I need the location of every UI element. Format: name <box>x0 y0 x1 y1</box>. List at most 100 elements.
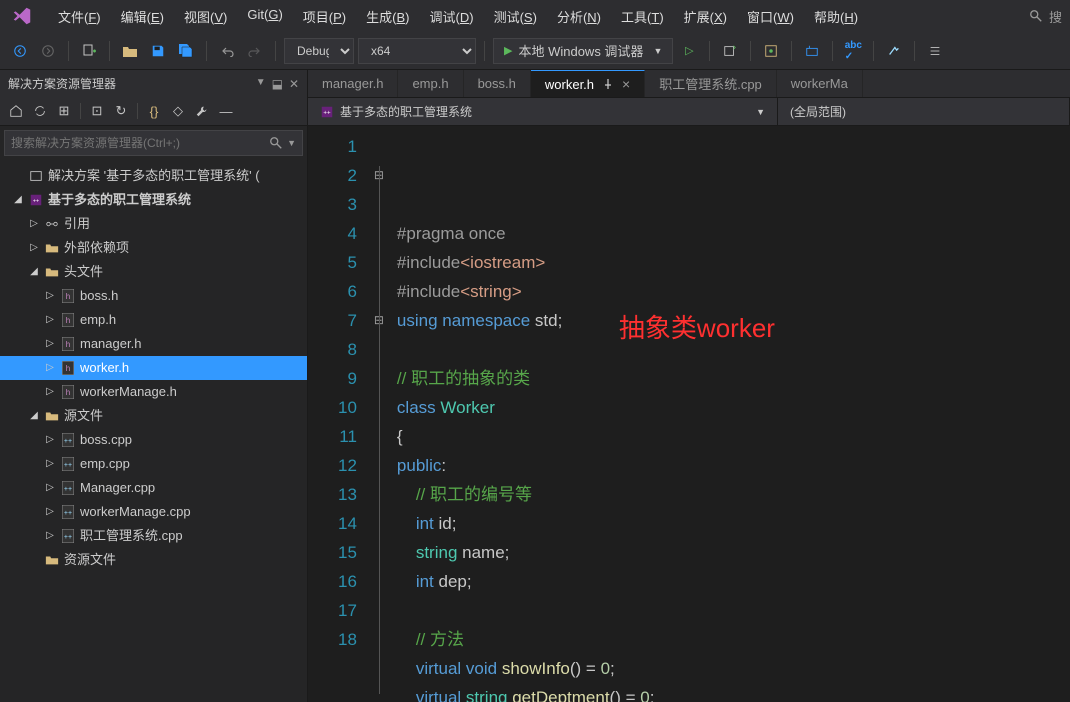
refresh-icon[interactable]: ↻ <box>111 101 131 121</box>
tree-icon[interactable]: ⊞ <box>54 101 74 121</box>
resources-node[interactable]: 资源文件 <box>0 548 307 572</box>
open-icon[interactable] <box>118 39 142 63</box>
vs-logo-icon <box>8 2 36 30</box>
file-icon: ++ <box>60 480 76 496</box>
tab-workerMa[interactable]: workerMa <box>777 70 863 97</box>
tool-icon-2[interactable] <box>759 39 783 63</box>
tool-icon-1[interactable] <box>718 39 742 63</box>
menu-h[interactable]: 帮助(H) <box>804 3 868 30</box>
menu-p[interactable]: 项目(P) <box>293 3 356 30</box>
pin-icon[interactable] <box>602 78 614 90</box>
file-emp-cpp[interactable]: ▷++emp.cpp <box>0 452 307 476</box>
pin-icon[interactable]: ⬓ <box>272 77 283 91</box>
file-icon: ++ <box>60 504 76 520</box>
panel-search[interactable]: ▼ <box>4 130 303 156</box>
file-icon: h <box>60 336 76 352</box>
file-icon: ++ <box>60 432 76 448</box>
wrench-icon[interactable] <box>192 101 212 121</box>
play2-icon[interactable]: ▷ <box>677 39 701 63</box>
sync-icon[interactable] <box>30 101 50 121</box>
tool-icon-4[interactable]: abc✓ <box>841 39 865 63</box>
dropdown-icon[interactable]: ▼ <box>256 77 266 91</box>
file-Manager-cpp[interactable]: ▷++Manager.cpp <box>0 476 307 500</box>
nav-scope[interactable]: (全局范围) <box>778 98 1070 125</box>
menu-t[interactable]: 工具(T) <box>611 3 674 30</box>
file-icon <box>44 240 60 256</box>
nav-back-icon[interactable] <box>8 39 32 63</box>
menu-search[interactable]: 搜 <box>1029 7 1062 26</box>
tab-label: manager.h <box>322 76 383 91</box>
misc-icon[interactable]: — <box>216 101 236 121</box>
tool-icon-3[interactable] <box>800 39 824 63</box>
file-boss-cpp[interactable]: ▷++boss.cpp <box>0 428 307 452</box>
sources-node[interactable]: ◢源文件 <box>0 404 307 428</box>
platform-select[interactable]: x64 <box>358 38 476 64</box>
config-select[interactable]: Debug <box>284 38 354 64</box>
menu-w[interactable]: 窗口(W) <box>737 3 804 30</box>
menu-g[interactable]: Git(G) <box>237 3 292 30</box>
svg-text:h: h <box>66 340 70 349</box>
tab-worker-h[interactable]: worker.h× <box>531 70 645 97</box>
file-icon: h <box>60 312 76 328</box>
fold-gutter[interactable]: ⊟⊟ <box>369 126 389 702</box>
tree-label: 外部依赖项 <box>64 238 129 258</box>
new-file-icon[interactable] <box>77 39 101 63</box>
tab-emp-h[interactable]: emp.h <box>398 70 463 97</box>
menu-f[interactable]: 文件(F) <box>48 3 111 30</box>
solution-explorer: 解决方案资源管理器 ▼ ⬓ ✕ ⊞ ⊡ ↻ {} ◇ — ▼ 解决方案 '基于多… <box>0 70 308 702</box>
ext-node[interactable]: ▷外部依赖项 <box>0 236 307 260</box>
view-icon[interactable]: ◇ <box>168 101 188 121</box>
menu-n[interactable]: 分析(N) <box>547 3 611 30</box>
svg-text:++: ++ <box>323 109 331 116</box>
menu-b[interactable]: 生成(B) <box>356 3 419 30</box>
undo-icon[interactable] <box>215 39 239 63</box>
tree-label: Manager.cpp <box>80 478 155 498</box>
menu-x[interactable]: 扩展(X) <box>674 3 737 30</box>
file-icon: ++ <box>60 456 76 472</box>
tab-manager-h[interactable]: manager.h <box>308 70 398 97</box>
menu-e[interactable]: 编辑(E) <box>111 3 174 30</box>
file-worker-h[interactable]: ▷hworker.h <box>0 356 307 380</box>
file-icon: h <box>60 360 76 376</box>
close-icon[interactable]: × <box>622 76 630 92</box>
line-numbers: 123456789101112131415161718 <box>308 126 369 702</box>
refs-node[interactable]: ▷引用 <box>0 212 307 236</box>
menu-d[interactable]: 调试(D) <box>420 3 484 30</box>
file-workerManage-h[interactable]: ▷hworkerManage.h <box>0 380 307 404</box>
nav-bar: ++ 基于多态的职工管理系统 ▼ (全局范围) <box>308 98 1070 126</box>
search-text: 搜 <box>1049 7 1062 26</box>
save-all-icon[interactable] <box>174 39 198 63</box>
meter-icon[interactable]: ⊡ <box>87 101 107 121</box>
svg-text:h: h <box>66 364 70 373</box>
file-manager-h[interactable]: ▷hmanager.h <box>0 332 307 356</box>
file-职工管理系统-cpp[interactable]: ▷++职工管理系统.cpp <box>0 524 307 548</box>
tool-icon-6[interactable] <box>923 39 947 63</box>
file-boss-h[interactable]: ▷hboss.h <box>0 284 307 308</box>
menu-v[interactable]: 视图(V) <box>174 3 237 30</box>
file-workerManage-cpp[interactable]: ▷++workerManage.cpp <box>0 500 307 524</box>
tab-boss-h[interactable]: boss.h <box>464 70 531 97</box>
solution-tree: 解决方案 '基于多态的职工管理系统' (◢++基于多态的职工管理系统▷引用▷外部… <box>0 160 307 702</box>
run-button[interactable]: ▶ 本地 Windows 调试器 ▼ <box>493 38 673 64</box>
tree-label: 职工管理系统.cpp <box>80 526 183 546</box>
headers-node[interactable]: ◢头文件 <box>0 260 307 284</box>
file-emp-h[interactable]: ▷hemp.h <box>0 308 307 332</box>
close-icon[interactable]: ✕ <box>289 77 299 91</box>
brace-icon[interactable]: {} <box>144 101 164 121</box>
svg-text:h: h <box>66 388 70 397</box>
panel-search-input[interactable] <box>11 136 269 150</box>
solution-node[interactable]: 解决方案 '基于多态的职工管理系统' ( <box>0 164 307 188</box>
editor-area: manager.h emp.hboss.hworker.h×职工管理系统.cppw… <box>308 70 1070 702</box>
tool-icon-5[interactable] <box>882 39 906 63</box>
menu-s[interactable]: 测试(S) <box>484 3 547 30</box>
tab-职工管理系统-cpp[interactable]: 职工管理系统.cpp <box>645 70 777 97</box>
code-editor[interactable]: 抽象类worker #pragma once#include<iostream>… <box>389 126 1070 702</box>
nav-fwd-icon[interactable] <box>36 39 60 63</box>
file-icon: h <box>60 384 76 400</box>
save-icon[interactable] <box>146 39 170 63</box>
nav-project[interactable]: ++ 基于多态的职工管理系统 ▼ <box>308 98 778 125</box>
file-icon <box>44 216 60 232</box>
home-icon[interactable] <box>6 101 26 121</box>
file-icon <box>44 408 60 424</box>
project-node[interactable]: ◢++基于多态的职工管理系统 <box>0 188 307 212</box>
